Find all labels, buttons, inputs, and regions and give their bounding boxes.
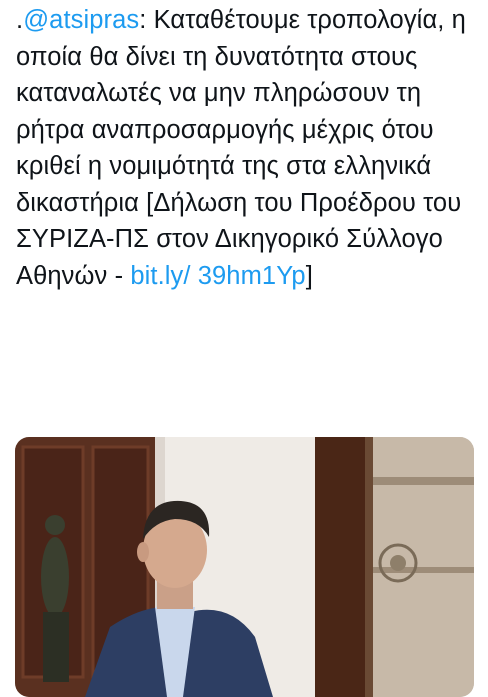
tweet-suffix: ] bbox=[305, 261, 313, 290]
tweet-photo[interactable] bbox=[15, 437, 474, 697]
tweet-body: : Καταθέτουμε τροπολογία, η οποία θα δίν… bbox=[16, 6, 466, 290]
short-url-link[interactable]: bit.ly/ 39hm1Yp bbox=[130, 262, 305, 290]
mention-link[interactable]: @atsipras bbox=[23, 6, 139, 34]
photo-illustration bbox=[15, 437, 474, 697]
tweet-text: .@atsipras: Καταθέτουμε τροπολογία, η οπ… bbox=[16, 2, 478, 294]
